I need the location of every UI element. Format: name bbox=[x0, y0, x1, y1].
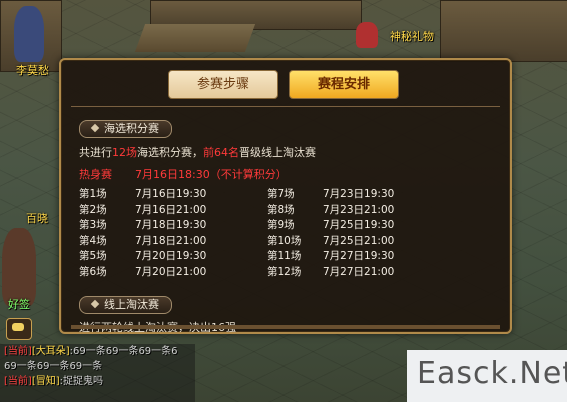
site-watermark: Easck.Net bbox=[407, 350, 567, 402]
schedule-row: 第4场 7月18日21:00 bbox=[79, 233, 206, 249]
match-number: 第12场 bbox=[267, 265, 302, 278]
match-time: 7月27日21:00 bbox=[323, 265, 395, 278]
desc-text: 共进行 bbox=[79, 146, 112, 159]
desc-text: 海选积分赛， bbox=[137, 146, 203, 159]
match-number: 第10场 bbox=[267, 234, 302, 247]
match-number: 第11场 bbox=[267, 250, 302, 262]
chat-channel: [当前] bbox=[4, 346, 32, 357]
schedule-row: 第12场 7月27日21:00 bbox=[267, 264, 394, 280]
building-right bbox=[440, 0, 567, 62]
schedule-row: 第7场 7月23日19:30 bbox=[267, 186, 394, 202]
match-time: 7月18日21:00 bbox=[135, 234, 207, 247]
match-number: 第6场 bbox=[79, 265, 107, 278]
qualifier-description: 共进行12场海选积分赛，前64名晋级线上淘汰赛 bbox=[79, 144, 316, 160]
chat-line: [当前][冒知]:捉捉鬼吗 bbox=[0, 374, 195, 389]
section-header-qualifier: 海选积分赛 bbox=[79, 120, 172, 138]
npc-name-gift: 神秘礼物 bbox=[390, 30, 434, 43]
chat-line: 69一条69一条69一条 bbox=[0, 359, 195, 374]
match-time: 7月18日19:30 bbox=[135, 219, 207, 231]
schedule-left-column: 第1场 7月16日19:30 第2场 7月16日21:00 第3场 7月18日19:3… bbox=[79, 186, 206, 279]
npc-gift bbox=[356, 22, 378, 48]
match-number: 第8场 bbox=[267, 203, 295, 216]
match-number: 第1场 bbox=[79, 188, 107, 200]
desc-highlight-top: 前64名 bbox=[203, 146, 239, 159]
match-number: 第7场 bbox=[267, 188, 295, 200]
schedule-right-column: 第7场 7月23日19:30 第8场 7月23日21:00 第9场 7月25日19:3… bbox=[267, 186, 394, 279]
match-time: 7月16日21:00 bbox=[135, 203, 207, 216]
match-number: 第9场 bbox=[267, 219, 295, 231]
diamond-icon bbox=[90, 123, 100, 133]
section-title: 海选积分赛 bbox=[104, 122, 159, 135]
match-time: 7月27日19:30 bbox=[323, 250, 395, 262]
warmup-time: 7月16日18:30（不计算积分） bbox=[135, 168, 287, 181]
npc-left bbox=[14, 6, 44, 62]
match-time: 7月16日19:30 bbox=[135, 188, 207, 200]
stall-roof bbox=[134, 24, 256, 52]
match-time: 7月25日19:30 bbox=[323, 219, 395, 231]
diamond-icon bbox=[90, 299, 100, 309]
schedule-row: 第8场 7月23日21:00 bbox=[267, 202, 394, 218]
npc-name-baixiao: 百晓 bbox=[26, 212, 48, 225]
chat-sender[interactable]: [大耳朵] bbox=[32, 346, 70, 357]
chat-message: :69一条69一条69一条6 bbox=[69, 346, 178, 357]
tab-entry-steps[interactable]: 参赛步骤 bbox=[168, 70, 278, 99]
schedule-row: 第3场 7月18日19:30 bbox=[79, 217, 206, 233]
dialog-bottom-edge bbox=[71, 325, 500, 329]
match-time: 7月20日21:00 bbox=[135, 265, 207, 278]
schedule-dialog: 参赛步骤 赛程安排 海选积分赛 共进行12场海选积分赛，前64名晋级线上淘汰赛 … bbox=[59, 58, 512, 334]
schedule-row: 第1场 7月16日19:30 bbox=[79, 186, 206, 202]
match-time: 7月20日19:30 bbox=[135, 250, 207, 262]
match-time: 7月23日21:00 bbox=[323, 203, 395, 216]
schedule-row: 第5场 7月20日19:30 bbox=[79, 248, 206, 264]
match-time: 7月23日19:30 bbox=[323, 188, 395, 200]
npc-name-haoqian: 好签 bbox=[8, 298, 30, 311]
chat-panel: [当前][大耳朵]:69一条69一条69一条6 69一条69一条69一条 [当前… bbox=[0, 344, 195, 402]
section-header-knockout: 线上淘汰赛 bbox=[79, 296, 172, 314]
desc-highlight-count: 12场 bbox=[112, 146, 137, 159]
match-number: 第3场 bbox=[79, 219, 107, 231]
section-title: 线上淘汰赛 bbox=[104, 298, 159, 311]
match-time: 7月25日21:00 bbox=[323, 234, 395, 247]
schedule-row: 第2场 7月16日21:00 bbox=[79, 202, 206, 218]
chat-toggle-icon[interactable] bbox=[6, 318, 32, 340]
schedule-row: 第11场 7月27日19:30 bbox=[267, 248, 394, 264]
match-number: 第4场 bbox=[79, 234, 107, 247]
match-number: 第5场 bbox=[79, 250, 107, 262]
tab-schedule[interactable]: 赛程安排 bbox=[289, 70, 399, 99]
schedule-row: 第6场 7月20日21:00 bbox=[79, 264, 206, 280]
chat-sender[interactable]: [冒知] bbox=[32, 376, 60, 387]
chat-message: 69一条69一条69一条 bbox=[4, 361, 103, 372]
npc-name-li-mochou: 李莫愁 bbox=[16, 64, 49, 77]
npc-side bbox=[2, 228, 36, 306]
chat-channel: [当前] bbox=[4, 376, 32, 387]
desc-text: 晋级线上淘汰赛 bbox=[239, 146, 316, 159]
watermark-text: Easck.Net bbox=[417, 356, 567, 391]
chat-message: :捉捉鬼吗 bbox=[59, 376, 103, 387]
chat-line: [当前][大耳朵]:69一条69一条69一条6 bbox=[0, 344, 195, 359]
schedule-row: 第9场 7月25日19:30 bbox=[267, 217, 394, 233]
warmup-label: 热身赛 bbox=[79, 168, 112, 181]
schedule-row: 第10场 7月25日21:00 bbox=[267, 233, 394, 249]
warmup-row: 热身赛 7月16日18:30（不计算积分） bbox=[79, 166, 287, 182]
tab-divider bbox=[71, 106, 500, 107]
match-number: 第2场 bbox=[79, 203, 107, 216]
